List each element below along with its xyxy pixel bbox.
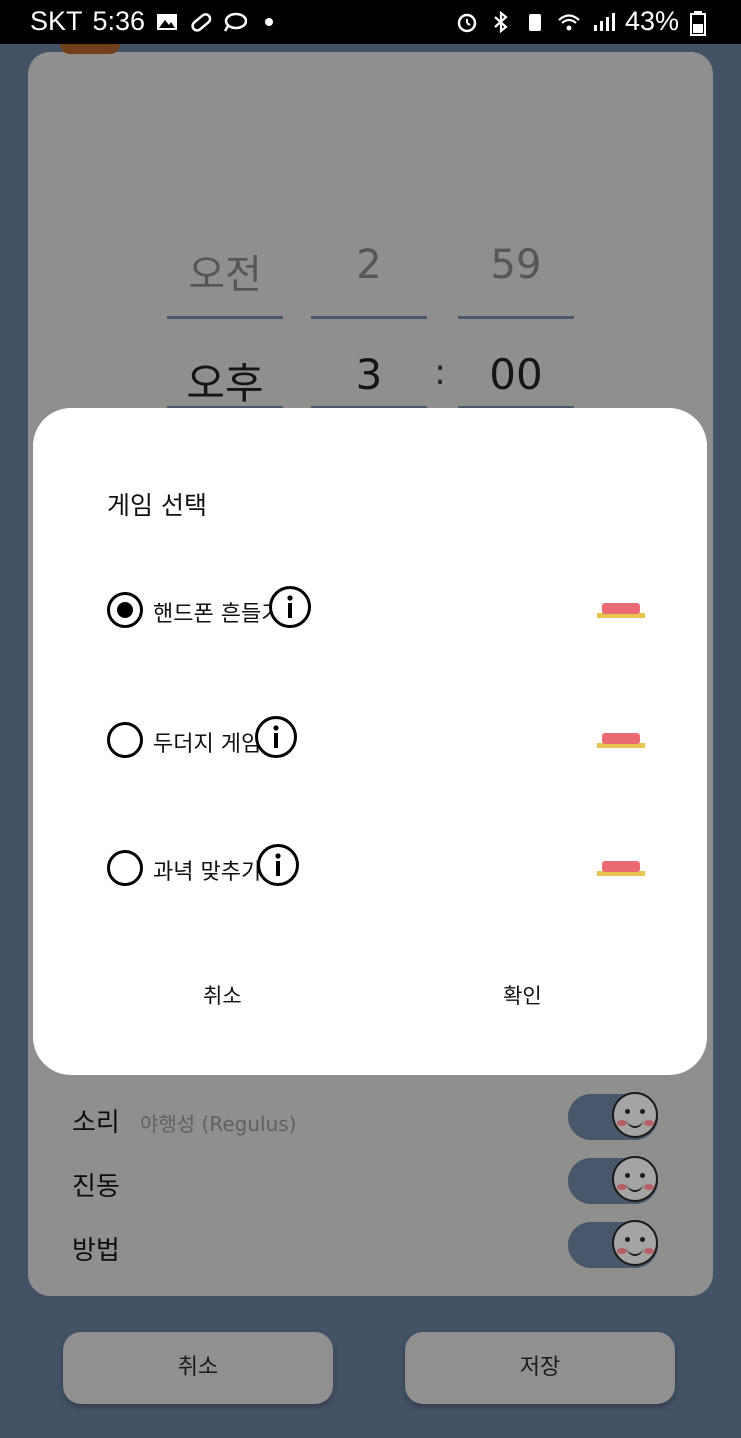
dialog-title: 게임 선택 — [107, 491, 207, 520]
game-option-shake[interactable]: 핸드폰 흔들기 — [107, 586, 667, 638]
clock-label: 5:36 — [92, 6, 146, 36]
buzzer-icon — [597, 733, 645, 748]
game-select-dialog: 게임 선택 핸드폰 흔들기 두더지 게임 과녁 맞추기 취소 확인 — [33, 408, 707, 1075]
pill-icon — [189, 10, 213, 34]
game-option-label: 과녁 맞추기 — [153, 860, 262, 885]
signal-icon — [591, 10, 615, 34]
dialog-cancel-button[interactable]: 취소 — [203, 980, 242, 1010]
game-option-target[interactable]: 과녁 맞추기 — [107, 844, 667, 896]
carrier-label: SKT — [30, 6, 83, 36]
game-option-label: 두더지 게임 — [153, 732, 262, 757]
radio-button[interactable] — [107, 850, 143, 886]
radio-button-selected[interactable] — [107, 592, 143, 628]
game-option-label: 핸드폰 흔들기 — [153, 602, 282, 627]
bluetooth-icon — [489, 10, 513, 34]
recycle-icon — [523, 10, 547, 34]
image-icon — [155, 10, 179, 34]
dot-icon — [257, 10, 281, 34]
radio-button[interactable] — [107, 722, 143, 758]
status-bar: SKT 5:36 43% — [0, 0, 741, 44]
info-icon[interactable] — [255, 716, 297, 758]
buzzer-icon — [597, 861, 645, 876]
wifi-icon — [557, 10, 581, 34]
buzzer-icon — [597, 603, 645, 618]
info-icon[interactable] — [257, 844, 299, 886]
chat-icon — [223, 10, 248, 34]
info-icon[interactable] — [269, 586, 311, 628]
game-option-mole[interactable]: 두더지 게임 — [107, 716, 667, 768]
battery-percent: 43% — [624, 6, 679, 36]
dialog-confirm-button[interactable]: 확인 — [503, 980, 542, 1010]
alarm-icon — [455, 10, 479, 34]
battery-icon — [689, 10, 713, 36]
